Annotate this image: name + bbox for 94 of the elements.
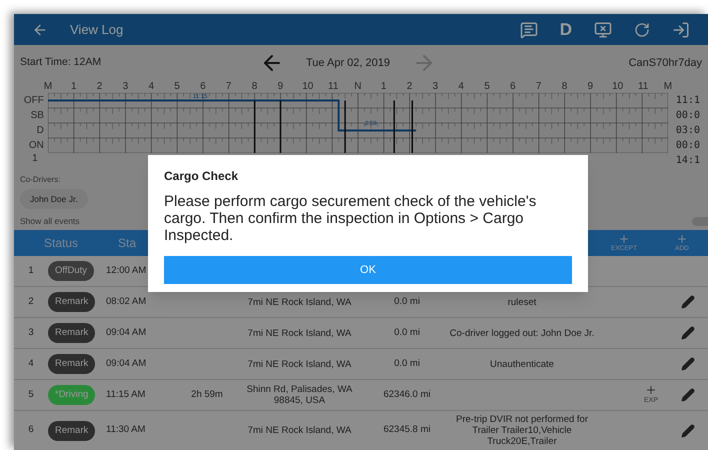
hour-label: 9 <box>586 81 594 93</box>
event-note: Unauthenticate <box>490 358 554 370</box>
hour-label: N <box>354 81 362 93</box>
plus-icon <box>644 384 657 396</box>
back-icon[interactable] <box>32 22 48 38</box>
status-chip: Remark <box>48 292 96 312</box>
hour-label: M <box>44 81 52 93</box>
ok-button[interactable]: OK <box>164 256 572 284</box>
hour-label: 7 <box>224 81 232 93</box>
hour-label: 3 <box>122 81 130 93</box>
log-date: Tue Apr 02, 2019 <box>306 56 390 71</box>
hour-label: 1 <box>70 81 78 93</box>
edit-icon[interactable] <box>681 295 695 309</box>
event-location: Shinn Rd, Palisades, WA 98845, USA <box>246 384 352 406</box>
duty-total: 03:0 <box>676 124 700 138</box>
hour-label: 8 <box>250 81 258 93</box>
start-time: Start Time: 12AM <box>20 55 102 70</box>
edit-icon[interactable] <box>681 388 695 402</box>
row-number: 1 <box>27 264 35 278</box>
edit-icon[interactable] <box>681 357 695 371</box>
duty-total: 14:1 <box>676 154 700 168</box>
event-distance: 62346.0 mi <box>383 388 430 400</box>
row-number: 5 <box>27 388 35 402</box>
status-chip: OffDuty <box>48 261 94 281</box>
event-distance: 62345.8 mi <box>383 424 430 436</box>
hour-label: 11 <box>328 81 336 93</box>
event-note: Pre-trip DVIR not performed for Trailer Trailer10,Vehicle Truck20E,Trailer <box>456 414 588 447</box>
message-icon[interactable] <box>520 20 538 38</box>
app-title: View Log <box>70 20 124 39</box>
status-chip: *Driving <box>48 385 96 405</box>
hour-label: 4 <box>147 81 155 93</box>
row-number: 3 <box>27 326 35 340</box>
event-note: Co-driver logged out: John Doe Jr. <box>450 328 594 338</box>
event-time: 08:02 AM <box>106 294 146 309</box>
event-time: 11:15 AM <box>106 388 146 402</box>
hour-label: 7 <box>534 81 542 93</box>
co-driver-chip: John Doe Jr. <box>20 189 88 209</box>
hour-label: 4 <box>457 81 465 93</box>
event-location: 7mi NE Rock Island, WA <box>248 358 352 370</box>
co-drivers-label: Co-Drivers: <box>20 174 60 186</box>
event-location: 7mi NE Rock Island, WA <box>248 425 352 436</box>
event-duration: 2h 59m <box>191 388 223 400</box>
duty-status-label: ON <box>28 139 45 153</box>
event-distance: 0.0 mi <box>394 326 420 338</box>
dialog-message: Please perform cargo securement check of the vehicle's cargo. Then confirm the inspection in Options > Cargo Inspected. <box>164 193 538 244</box>
hour-label: 2 <box>406 81 414 93</box>
plus-icon <box>676 233 688 245</box>
hour-label: 9 <box>276 81 284 93</box>
hour-label: 6 <box>509 81 517 93</box>
refresh-icon[interactable] <box>634 22 650 38</box>
duty-status-label: SB <box>30 109 45 123</box>
hour-label: 10 <box>612 81 620 93</box>
column-header: Sta <box>118 235 136 252</box>
edit-icon[interactable] <box>681 424 695 438</box>
duty-total: 11:1 <box>676 94 700 108</box>
edit-icon[interactable] <box>681 326 695 340</box>
hour-label: 5 <box>173 81 181 93</box>
hour-label: 2 <box>96 81 104 93</box>
hour-label: 5 <box>483 81 491 93</box>
hour-label: 6 <box>199 81 207 93</box>
event-time: 09:04 AM <box>106 356 146 371</box>
event-distance: 0.0 mi <box>394 358 420 369</box>
event-time: 12:00 AM <box>106 264 146 278</box>
event-time: 09:04 AM <box>106 326 146 340</box>
duty-total: 00:0 <box>676 109 700 123</box>
hour-label: M <box>664 81 672 93</box>
plus-icon <box>618 233 630 245</box>
duty-total: 00:0 <box>676 139 700 153</box>
event-location: 7mi NE Rock Island, WA <box>248 296 352 308</box>
driver-button[interactable]: D <box>560 16 572 42</box>
graph-footer-label: 1 <box>31 153 39 165</box>
hour-label: 8 <box>560 81 568 93</box>
duty-status-label: D <box>36 124 45 138</box>
duty-status-label: OFF <box>22 94 45 108</box>
status-chip: Remark <box>48 323 96 343</box>
event-note: ruleset <box>508 296 536 308</box>
event-distance: 0.0 mi <box>394 296 420 307</box>
status-chip: Remark <box>48 354 96 374</box>
column-header: Status <box>44 235 78 252</box>
event-time: 11:30 AM <box>106 423 146 438</box>
hour-label: 11 <box>638 81 646 93</box>
row-number: 4 <box>27 356 35 371</box>
row-number: 6 <box>27 423 35 438</box>
hour-label: 10 <box>302 81 310 93</box>
status-chip: Remark <box>48 420 96 440</box>
monitor-x-icon[interactable] <box>594 20 612 38</box>
show-all-events-label: Show all events <box>20 214 80 228</box>
event-location: 7mi NE Rock Island, WA <box>248 328 352 338</box>
row-number: 2 <box>27 294 35 309</box>
hour-label: 3 <box>432 81 440 93</box>
ruleset-label: CanS70hr7day <box>628 56 702 71</box>
hour-label: 1 <box>380 81 388 93</box>
exit-icon[interactable] <box>672 20 690 38</box>
dialog-title: Cargo Check <box>164 168 240 185</box>
